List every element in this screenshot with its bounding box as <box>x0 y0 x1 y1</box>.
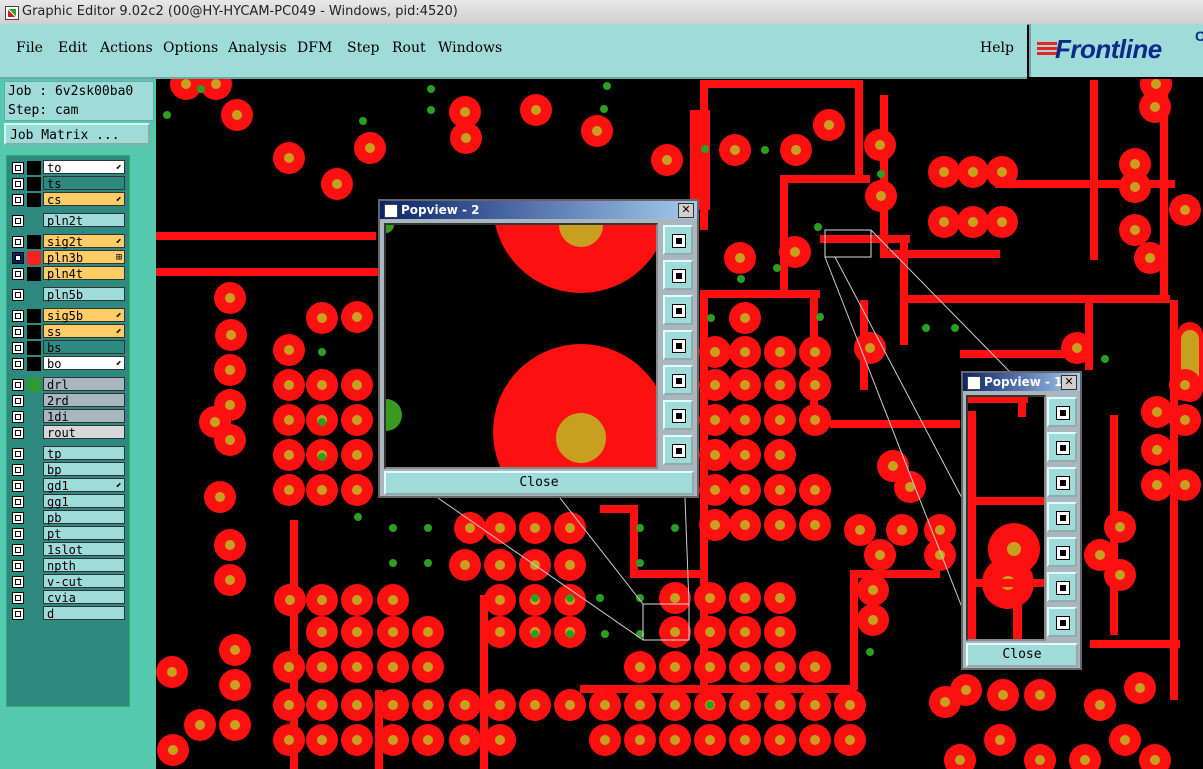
pan-up-icon <box>1056 441 1070 455</box>
fit-view-icon <box>1056 406 1070 420</box>
zoom-line <box>559 497 644 605</box>
zoom-out-button[interactable] <box>1047 607 1077 637</box>
popview-2-title: Popview - 2 <box>401 203 480 217</box>
pan-down-button[interactable] <box>663 295 693 325</box>
popview-1-view[interactable] <box>966 395 1046 641</box>
zoom-region-2 <box>642 603 690 641</box>
popview-2-close-icon[interactable]: ✕ <box>678 203 694 218</box>
pan-down-icon <box>1056 476 1070 490</box>
zoom-region-1 <box>824 229 872 258</box>
zoom-out-button[interactable] <box>663 435 693 465</box>
pan-right-icon <box>672 374 686 388</box>
zoom-in-button[interactable] <box>663 400 693 430</box>
popview-2-view[interactable] <box>384 223 658 469</box>
zoom-line <box>834 256 964 501</box>
zoom-out-icon <box>1056 616 1070 630</box>
trace <box>968 497 1044 505</box>
via <box>386 225 394 233</box>
popview-1-close-button[interactable]: Close <box>966 643 1078 667</box>
fit-view-button[interactable] <box>1047 397 1077 427</box>
fit-view-button[interactable] <box>663 225 693 255</box>
pan-right-button[interactable] <box>663 365 693 395</box>
zoom-line <box>437 497 644 641</box>
zoom-out-icon <box>672 444 686 458</box>
popview-2-close-button[interactable]: Close <box>384 471 694 495</box>
via <box>386 399 402 431</box>
trace <box>1018 397 1026 417</box>
pan-up-button[interactable] <box>663 260 693 290</box>
pan-down-icon <box>672 304 686 318</box>
trace <box>968 411 976 639</box>
popview-2-window: Popview - 2 ✕ Close <box>378 199 699 498</box>
popview-1-title: Popview - 1 <box>984 375 1063 389</box>
pan-down-button[interactable] <box>1047 467 1077 497</box>
pan-up-button[interactable] <box>1047 432 1077 462</box>
pan-left-icon <box>1056 511 1070 525</box>
pan-left-button[interactable] <box>1047 502 1077 532</box>
pan-left-button[interactable] <box>663 330 693 360</box>
zoom-line <box>824 256 964 611</box>
zoom-in-icon <box>1056 581 1070 595</box>
zoom-line <box>870 229 1011 373</box>
zoom-in-icon <box>672 409 686 423</box>
fit-view-icon <box>672 234 686 248</box>
trace <box>968 579 1044 587</box>
popview-1-window: Popview - 1 ✕ Close <box>961 371 1082 670</box>
popview-1-close-icon[interactable]: ✕ <box>1061 375 1077 390</box>
pan-up-icon <box>672 269 686 283</box>
popview-icon <box>384 204 398 218</box>
popview-2-titlebar[interactable]: Popview - 2 <box>380 201 697 219</box>
pan-right-icon <box>1056 546 1070 560</box>
zoom-in-button[interactable] <box>1047 572 1077 602</box>
zoom-line <box>684 497 690 605</box>
drill-hole <box>556 413 606 463</box>
pan-right-button[interactable] <box>1047 537 1077 567</box>
pan-left-icon <box>672 339 686 353</box>
trace <box>1013 587 1022 639</box>
drill-hole <box>1007 542 1021 556</box>
popview-icon <box>967 376 981 390</box>
